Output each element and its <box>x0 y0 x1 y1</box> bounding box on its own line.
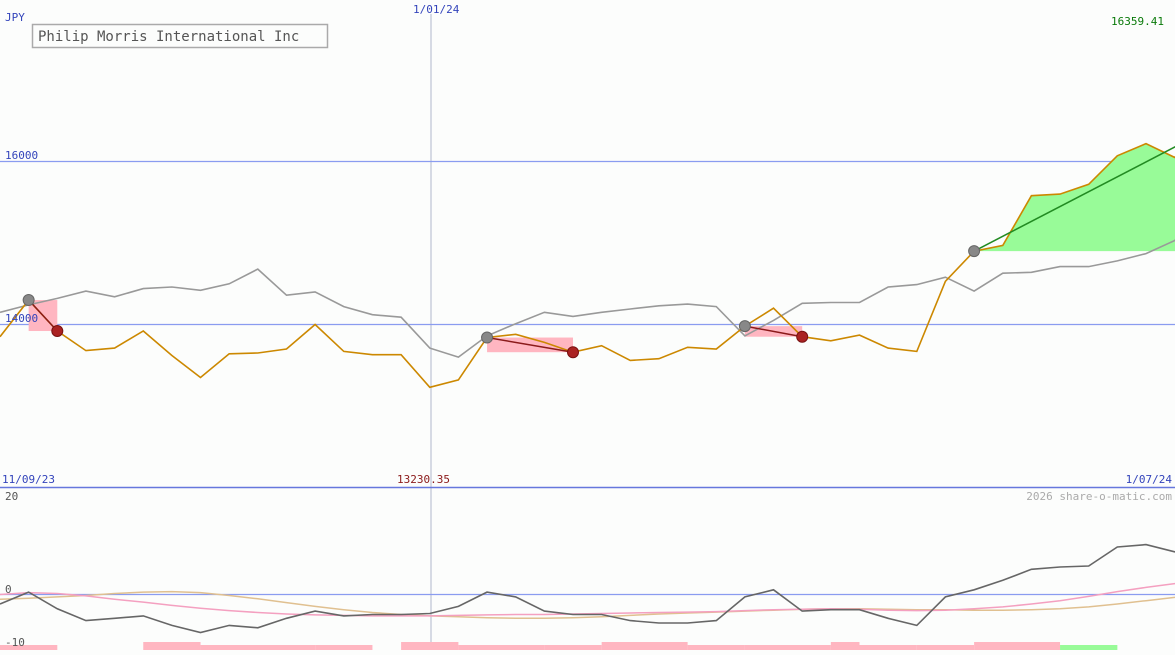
volume-bar-5 <box>458 645 545 650</box>
signal-entry-dot-0 <box>22 294 35 307</box>
currency-label: JPY <box>5 11 25 24</box>
volume-bar-13 <box>974 642 1061 650</box>
volume-bar-7 <box>601 642 688 650</box>
credit-label: 2026 share-o-matic.com <box>1026 490 1172 503</box>
start-date-label: 11/09/23 <box>2 473 55 486</box>
volume-bar-3 <box>315 645 373 650</box>
chart-stage: Philip Morris International Inc JPY 1/01… <box>0 0 1175 650</box>
volume-bar-12 <box>916 645 975 650</box>
signal-entry-dot-1 <box>481 331 494 344</box>
volume-bar-1 <box>143 642 201 650</box>
signal-exit-dot-1 <box>567 346 579 359</box>
volume-bar-10 <box>830 642 860 650</box>
top-date-label: 1/01/24 <box>413 3 460 16</box>
volume-bar-2 <box>200 645 316 650</box>
signal-entry-dot-3 <box>968 245 981 258</box>
y-tick-14000: 14000 <box>5 312 38 325</box>
volume-bar-6 <box>544 645 602 650</box>
signal-entry-dot-2 <box>738 320 751 333</box>
signal-exit-dot-0 <box>51 325 64 338</box>
chart-title: Philip Morris International Inc <box>38 29 299 45</box>
volume-bar-9 <box>744 645 831 650</box>
indicator-tick-neg10: -10 <box>5 636 25 649</box>
signal-exit-dot-2 <box>796 330 809 343</box>
max-value-label: 16359.41 <box>1111 15 1164 28</box>
volume-bar-11 <box>859 645 917 650</box>
indicator-tick-0: 0 <box>5 583 12 596</box>
chart-canvas: Philip Morris International Inc JPY 1/01… <box>0 0 1175 650</box>
volume-bar-8 <box>687 645 745 650</box>
y-tick-16000: 16000 <box>5 149 38 162</box>
indicator-tick-20: 20 <box>5 490 18 503</box>
min-value-label: 13230.35 <box>397 473 450 486</box>
volume-bar-14 <box>1060 645 1118 650</box>
end-date-label: 1/07/24 <box>1126 473 1173 486</box>
volume-bar-4 <box>401 642 459 650</box>
